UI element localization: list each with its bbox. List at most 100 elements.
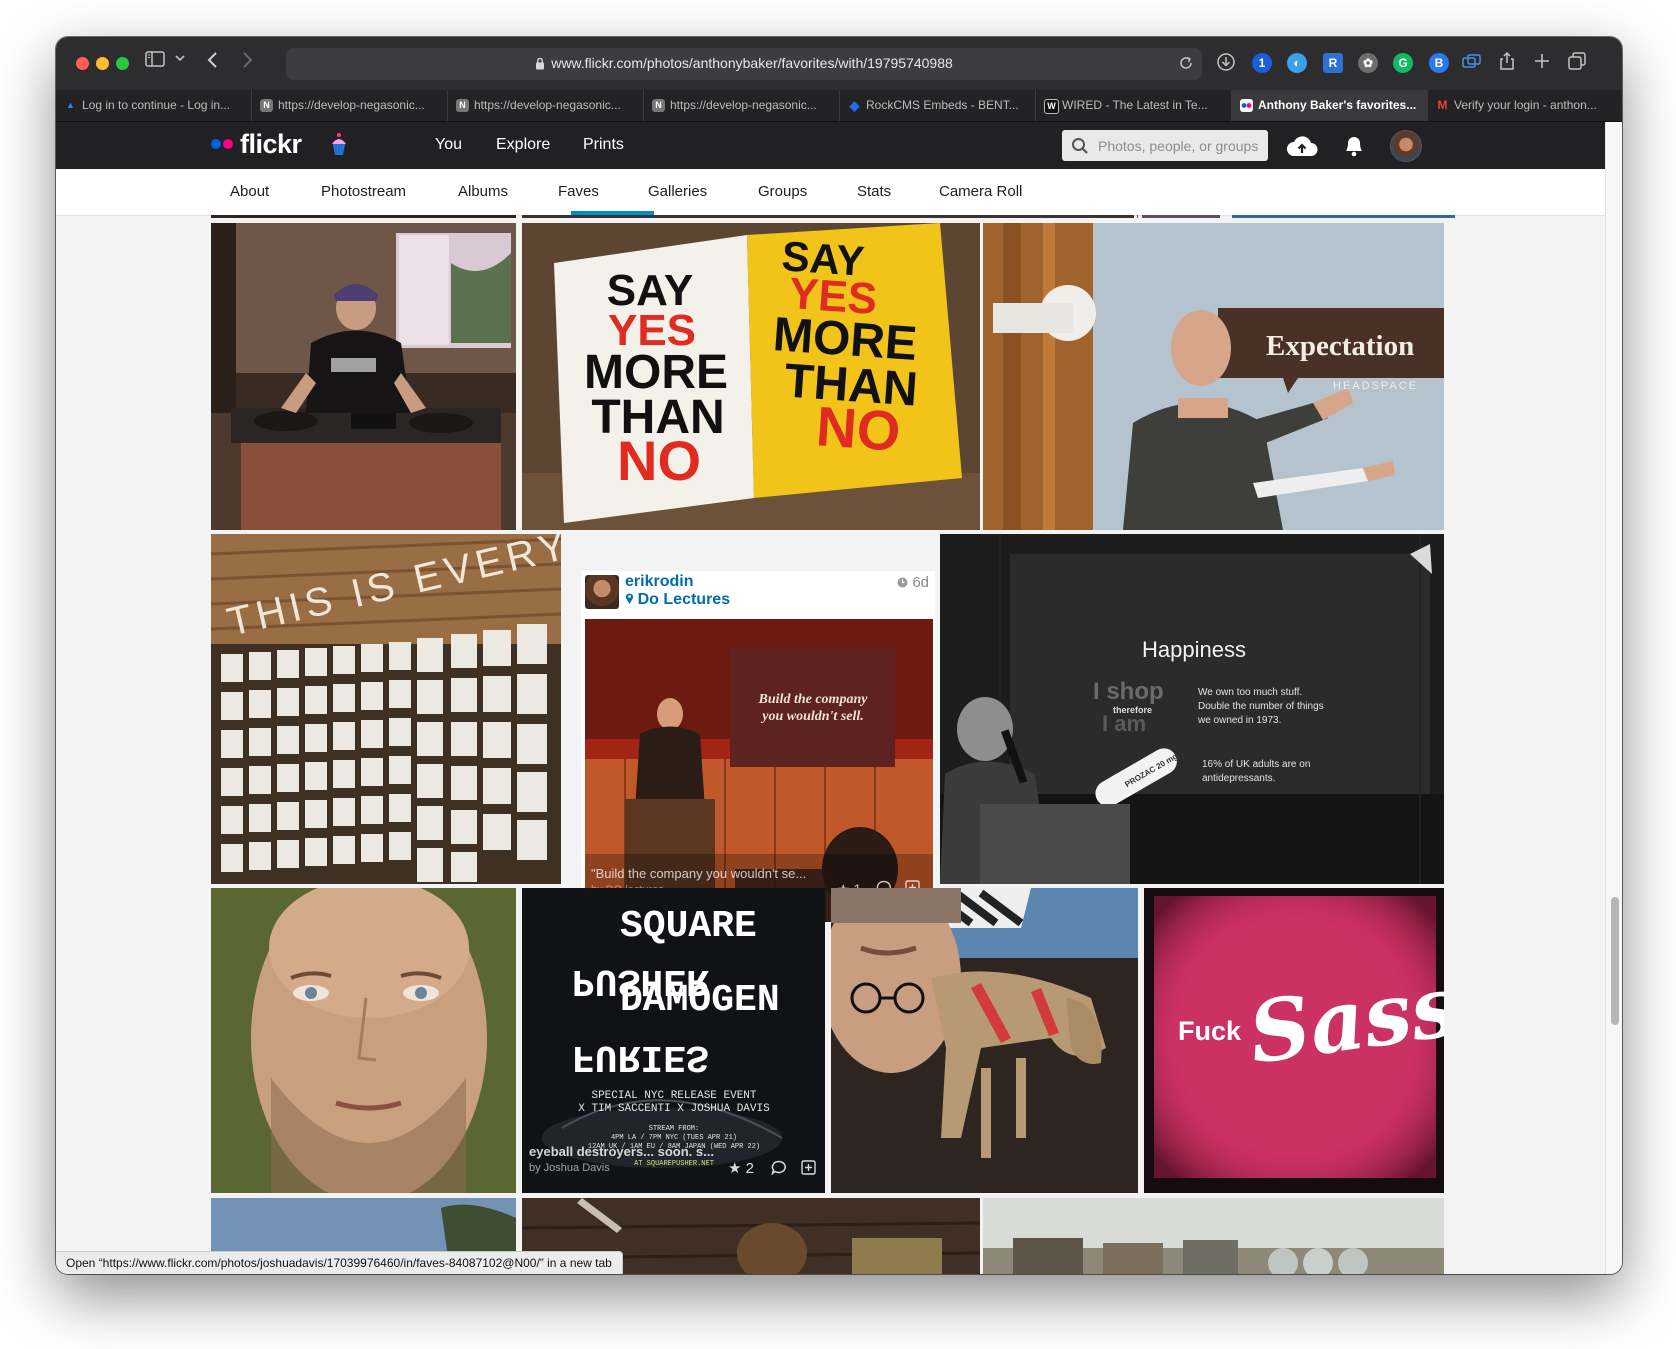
photo-man-and-dog[interactable] bbox=[831, 888, 1138, 1193]
flickr-logo[interactable]: flickr bbox=[240, 129, 302, 160]
reload-icon[interactable] bbox=[1178, 55, 1194, 76]
poster-text: FURIES bbox=[572, 1035, 709, 1078]
photo-expectation[interactable]: Expectation HEADSPACE bbox=[983, 223, 1444, 530]
subnav-stats[interactable]: Stats bbox=[857, 183, 891, 200]
upload-cloud-icon[interactable] bbox=[1286, 134, 1318, 163]
new-tab-icon[interactable] bbox=[1534, 53, 1550, 69]
photo-squarepusher[interactable]: SQUARE PUSHER DAMOGEN FURIES SPECIAL NYC… bbox=[522, 888, 825, 1193]
minimize-window-button[interactable] bbox=[96, 57, 109, 70]
tab-title: RockCMS Embeds - BENT... bbox=[866, 98, 1019, 112]
reader-extension-icon[interactable]: R bbox=[1323, 53, 1343, 73]
browser-tab[interactable]: N https://develop-negasonic... bbox=[644, 90, 840, 121]
1password-extension-icon[interactable]: 1 bbox=[1252, 53, 1272, 73]
photo-sass[interactable]: Fuck Sass bbox=[1144, 888, 1444, 1193]
photo-caption[interactable]: "Build the company you wouldn't se... bbox=[591, 866, 806, 881]
expectation-image: Expectation HEADSPACE bbox=[983, 223, 1444, 530]
download-icon[interactable] bbox=[1216, 52, 1236, 72]
tab-sync-icon[interactable] bbox=[1462, 54, 1482, 70]
cupcake-icon[interactable] bbox=[329, 132, 349, 163]
close-window-button[interactable] bbox=[76, 57, 89, 70]
say-yes-image: SAY YES MORE THAN NO SAY YES MORE THAN N… bbox=[522, 223, 980, 530]
tab-title: WIRED - The Latest in Te... bbox=[1062, 98, 1208, 112]
link-status-bar: Open “https://www.flickr.com/photos/josh… bbox=[56, 1251, 623, 1274]
poster-text: AT SQUAREPUSHER.NET bbox=[634, 1160, 714, 1168]
maximize-window-button[interactable] bbox=[116, 57, 129, 70]
colors-extension-icon[interactable]: ✿ bbox=[1358, 53, 1378, 73]
browser-tab[interactable]: W WIRED - The Latest in Te... bbox=[1036, 90, 1232, 121]
user-avatar[interactable] bbox=[1390, 130, 1422, 162]
portrait-image bbox=[211, 888, 516, 1193]
tab-overview-icon[interactable] bbox=[1568, 52, 1586, 70]
photo-tile[interactable] bbox=[1137, 215, 1138, 218]
photo-dj[interactable] bbox=[211, 223, 516, 530]
browser-tab-active[interactable]: Anthony Baker's favorites... bbox=[1232, 90, 1428, 121]
photo-caption[interactable]: eyeball destroyers... soon. s... bbox=[529, 1144, 714, 1159]
scrollbar-thumb[interactable] bbox=[1611, 897, 1619, 1025]
still-life-image bbox=[983, 1198, 1444, 1274]
notion-icon: N bbox=[456, 99, 469, 112]
back-arrow-icon[interactable] bbox=[207, 51, 219, 69]
browser-tab[interactable]: ▲ Log in to continue - Log in... bbox=[56, 90, 252, 121]
dj-image bbox=[211, 223, 516, 530]
tab-title: Verify your login - anthon... bbox=[1454, 98, 1597, 112]
chevron-down-icon[interactable] bbox=[175, 54, 185, 62]
subnav-albums[interactable]: Albums bbox=[458, 183, 508, 200]
owner-avatar[interactable] bbox=[585, 575, 619, 609]
browser-extension-icon[interactable]: ◐ bbox=[1287, 53, 1307, 73]
bitwarden-extension-icon[interactable]: B bbox=[1429, 53, 1449, 73]
photo-portrait[interactable] bbox=[211, 888, 516, 1193]
browser-tab[interactable]: ◆ RockCMS Embeds - BENT... bbox=[840, 90, 1036, 121]
slide-text: Happiness bbox=[1142, 637, 1246, 662]
photo-hover-card[interactable]: erikrodin Do Lectures 6d Build the compa… bbox=[581, 571, 935, 922]
subnav-photostream[interactable]: Photostream bbox=[321, 183, 406, 200]
forward-arrow-icon[interactable] bbox=[241, 51, 253, 69]
nav-prints[interactable]: Prints bbox=[583, 136, 624, 154]
share-icon[interactable] bbox=[1499, 51, 1515, 71]
wired-icon: W bbox=[1044, 99, 1059, 114]
nav-explore[interactable]: Explore bbox=[496, 136, 550, 154]
fave-count: 2 bbox=[745, 1160, 754, 1177]
photo-this-is-everyone[interactable]: THIS IS EVERYONE bbox=[211, 534, 561, 884]
photo-tile[interactable] bbox=[522, 215, 1134, 218]
photo-say-yes[interactable]: SAY YES MORE THAN NO SAY YES MORE THAN N… bbox=[522, 223, 980, 530]
owner-username[interactable]: erikrodin bbox=[625, 573, 693, 591]
subnav-camera-roll[interactable]: Camera Roll bbox=[939, 183, 1022, 200]
photo-tile[interactable] bbox=[1232, 215, 1455, 218]
slide-text: We own too much stuff. bbox=[1198, 687, 1302, 698]
address-bar[interactable]: www.flickr.com/photos/anthonybaker/favor… bbox=[286, 48, 1202, 80]
poster-text: X TIM SACCENTI X JOSHUA DAVIS bbox=[578, 1103, 770, 1115]
poster-text: DAMOGEN bbox=[620, 979, 780, 1022]
browser-tab[interactable]: N https://develop-negasonic... bbox=[252, 90, 448, 121]
tab-title: https://develop-negasonic... bbox=[278, 98, 425, 112]
subnav-galleries[interactable]: Galleries bbox=[648, 183, 707, 200]
slide-text: 16% of UK adults are on bbox=[1202, 759, 1310, 770]
photo-do-lectures[interactable]: Build the company you wouldn't sell. "Bu… bbox=[585, 619, 933, 922]
browser-tab[interactable]: N https://develop-negasonic... bbox=[448, 90, 644, 121]
photo-happiness[interactable]: Happiness I shop therefore I am We own t… bbox=[940, 534, 1444, 884]
subnav-groups[interactable]: Groups bbox=[758, 183, 807, 200]
slide-text: antidepressants. bbox=[1202, 773, 1275, 784]
search-input[interactable] bbox=[1098, 130, 1262, 161]
photo-tile[interactable] bbox=[983, 1198, 1444, 1274]
photo-tile[interactable] bbox=[211, 215, 516, 218]
search-box[interactable] bbox=[1062, 130, 1268, 161]
subnav-faves[interactable]: Faves bbox=[558, 183, 599, 200]
browser-tab[interactable]: M Verify your login - anthon... bbox=[1428, 90, 1622, 121]
photo-tile[interactable] bbox=[1142, 215, 1220, 218]
sidebar-toggle-icon[interactable] bbox=[145, 51, 165, 67]
slide-text: you wouldn't sell. bbox=[760, 709, 864, 724]
browser-toolbar: www.flickr.com/photos/anthonybaker/favor… bbox=[56, 37, 1622, 91]
fave-button[interactable]: ★ 2 bbox=[728, 1159, 754, 1177]
flickr-icon bbox=[1240, 99, 1253, 112]
photo-age: 6d bbox=[897, 574, 929, 591]
slide-text: Expectation bbox=[1266, 330, 1414, 362]
slide-text: Build the company bbox=[758, 692, 869, 707]
notifications-bell-icon[interactable] bbox=[1343, 133, 1365, 162]
subnav-about[interactable]: About bbox=[230, 183, 269, 200]
grammarly-extension-icon[interactable]: G bbox=[1393, 53, 1413, 73]
photo-byline[interactable]: by Joshua Davis bbox=[529, 1162, 610, 1174]
photo-location[interactable]: Do Lectures bbox=[625, 591, 730, 609]
page-scrollbar[interactable] bbox=[1605, 122, 1622, 1274]
happiness-image: Happiness I shop therefore I am We own t… bbox=[940, 534, 1444, 884]
nav-you[interactable]: You bbox=[435, 136, 462, 154]
